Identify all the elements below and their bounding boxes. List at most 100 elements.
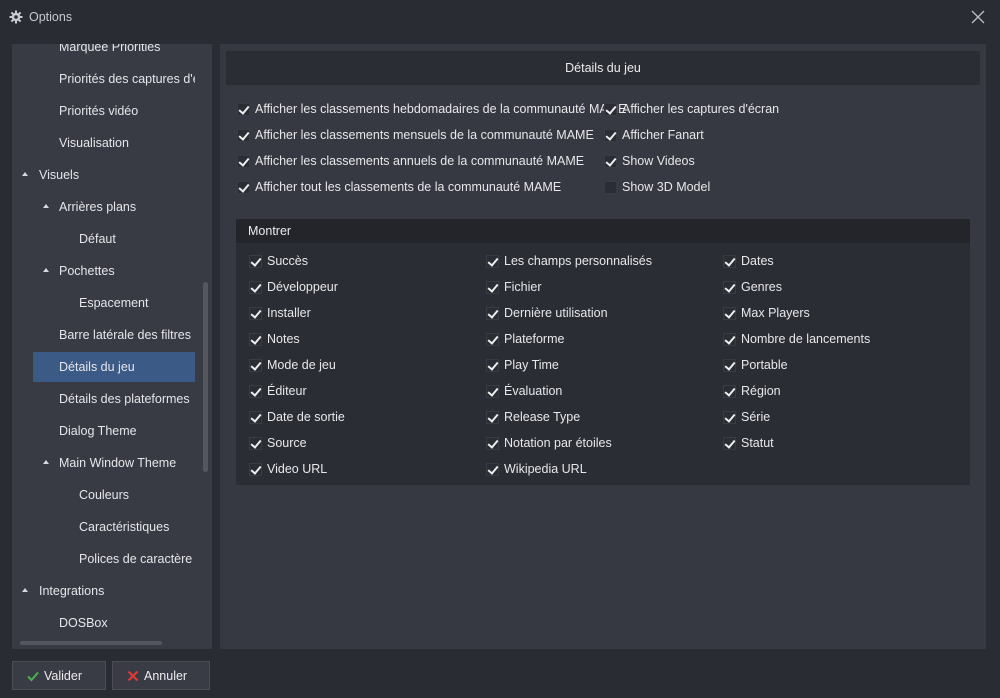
checkbox-nombre-de-lancements[interactable] [723, 333, 736, 346]
checkbox-label-developpeur[interactable]: Développeur [267, 280, 338, 294]
checkbox-label-afficher-les-classements-annuels-de-la-communaute-mame[interactable]: Afficher les classements annuels de la c… [255, 154, 584, 168]
checkbox-portable[interactable] [723, 359, 736, 372]
checkbox-show-videos[interactable] [604, 155, 617, 168]
checkbox-label-derniere-utilisation[interactable]: Dernière utilisation [504, 306, 608, 320]
close-icon[interactable] [970, 9, 986, 25]
sidebar-item-visualisation[interactable]: Visualisation [12, 128, 195, 158]
checkbox-date-de-sortie[interactable] [249, 411, 262, 424]
sidebar-item-marquee-priorities[interactable]: Marquee Priorities [12, 44, 195, 62]
checkbox-statut[interactable] [723, 437, 736, 450]
horizontal-scrollbar[interactable] [20, 641, 162, 645]
checkbox-fichier[interactable] [486, 281, 499, 294]
checkbox-label-serie[interactable]: Série [741, 410, 770, 424]
checkbox-label-succes[interactable]: Succès [267, 254, 308, 268]
checkbox-notation-par-etoiles[interactable] [486, 437, 499, 450]
sidebar-item-integrations[interactable]: Integrations [12, 576, 195, 606]
sidebar-item-pochettes[interactable]: Pochettes [12, 256, 195, 286]
checkbox-label-wikipedia-url[interactable]: Wikipedia URL [504, 462, 587, 476]
sidebar-item-espacement[interactable]: Espacement [12, 288, 195, 318]
expand-arrow-icon[interactable] [22, 172, 28, 176]
checkbox-label-release-type[interactable]: Release Type [504, 410, 580, 424]
sidebar-item-dialog-theme[interactable]: Dialog Theme [12, 416, 195, 446]
checkbox-editeur[interactable] [249, 385, 262, 398]
sidebar-item-main-window-theme[interactable]: Main Window Theme [12, 448, 195, 478]
checkbox-label-afficher-tout-les-classements-de-la-communaute-mame[interactable]: Afficher tout les classements de la comm… [255, 180, 561, 194]
checkbox-afficher-tout-les-classements-de-la-communaute-mame[interactable] [237, 181, 250, 194]
expand-arrow-icon[interactable] [22, 588, 28, 592]
checkbox-label-source[interactable]: Source [267, 436, 307, 450]
checkbox-release-type[interactable] [486, 411, 499, 424]
checkbox-label-play-time[interactable]: Play Time [504, 358, 559, 372]
sidebar-item-defaut[interactable]: Défaut [12, 224, 195, 254]
sidebar-item-priorites-video[interactable]: Priorités vidéo [12, 96, 195, 126]
checkbox-video-url[interactable] [249, 463, 262, 476]
ok-button[interactable]: Valider [12, 661, 106, 690]
sidebar-item-dosbox[interactable]: DOSBox [12, 608, 195, 638]
checkbox-afficher-les-classements-mensuels-de-la-communaute-mame[interactable] [237, 129, 250, 142]
checkbox-label-afficher-les-classements-hebdomadaires-de-la-communaute-mame[interactable]: Afficher les classements hebdomadaires d… [255, 102, 626, 116]
cancel-button[interactable]: Annuler [112, 661, 210, 690]
checkbox-source[interactable] [249, 437, 262, 450]
checkbox-max-players[interactable] [723, 307, 736, 320]
checkbox-show-3d-model[interactable] [604, 181, 617, 194]
checkbox-afficher-les-classements-hebdomadaires-de-la-communaute-mame[interactable] [237, 103, 250, 116]
sidebar-item-details-du-jeu[interactable]: Détails du jeu [33, 352, 195, 382]
checkbox-les-champs-personnalises[interactable] [486, 255, 499, 268]
checkbox-label-region[interactable]: Région [741, 384, 781, 398]
vertical-scrollbar[interactable] [203, 282, 208, 472]
checkbox-plateforme[interactable] [486, 333, 499, 346]
checkbox-label-notes[interactable]: Notes [267, 332, 300, 346]
checkbox-label-plateforme[interactable]: Plateforme [504, 332, 564, 346]
checkbox-label-installer[interactable]: Installer [267, 306, 311, 320]
window-title: Options [29, 10, 73, 24]
sidebar-item-polices-de-caractere[interactable]: Polices de caractère [12, 544, 195, 574]
checkbox-wikipedia-url[interactable] [486, 463, 499, 476]
checkbox-afficher-fanart[interactable] [604, 129, 617, 142]
checkbox-label-editeur[interactable]: Éditeur [267, 384, 307, 398]
checkbox-label-fichier[interactable]: Fichier [504, 280, 542, 294]
checkbox-region[interactable] [723, 385, 736, 398]
checkbox-label-show-3d-model[interactable]: Show 3D Model [622, 180, 710, 194]
checkbox-label-video-url[interactable]: Video URL [267, 462, 327, 476]
checkbox-mode-de-jeu[interactable] [249, 359, 262, 372]
checkbox-label-max-players[interactable]: Max Players [741, 306, 810, 320]
checkbox-label-nombre-de-lancements[interactable]: Nombre de lancements [741, 332, 870, 346]
options-tree[interactable]: Marquee Priorities Priorités des captures… [12, 44, 212, 649]
expand-arrow-icon[interactable] [43, 268, 49, 272]
checkbox-label-genres[interactable]: Genres [741, 280, 782, 294]
checkbox-label-afficher-les-captures-d-ecran[interactable]: Afficher les captures d'écran [622, 102, 779, 116]
sidebar-item-label: Integrations [39, 584, 105, 598]
expand-arrow-icon[interactable] [43, 460, 49, 464]
checkbox-evaluation[interactable] [486, 385, 499, 398]
checkbox-label-afficher-fanart[interactable]: Afficher Fanart [622, 128, 704, 142]
sidebar-item-arrieres-plans[interactable]: Arrières plans [12, 192, 195, 222]
checkbox-label-evaluation[interactable]: Évaluation [504, 384, 562, 398]
checkbox-installer[interactable] [249, 307, 262, 320]
expand-arrow-icon[interactable] [43, 204, 49, 208]
checkbox-label-dates[interactable]: Dates [741, 254, 774, 268]
checkbox-derniere-utilisation[interactable] [486, 307, 499, 320]
checkbox-afficher-les-classements-annuels-de-la-communaute-mame[interactable] [237, 155, 250, 168]
checkbox-label-show-videos[interactable]: Show Videos [622, 154, 695, 168]
checkbox-label-date-de-sortie[interactable]: Date de sortie [267, 410, 345, 424]
checkbox-developpeur[interactable] [249, 281, 262, 294]
checkbox-label-statut[interactable]: Statut [741, 436, 774, 450]
sidebar-item-barre-laterale-des-filtres[interactable]: Barre latérale des filtres [12, 320, 195, 350]
checkbox-label-portable[interactable]: Portable [741, 358, 788, 372]
checkbox-afficher-les-captures-d-ecran[interactable] [604, 103, 617, 116]
checkbox-genres[interactable] [723, 281, 736, 294]
checkbox-play-time[interactable] [486, 359, 499, 372]
checkbox-notes[interactable] [249, 333, 262, 346]
checkbox-label-afficher-les-classements-mensuels-de-la-communaute-mame[interactable]: Afficher les classements mensuels de la … [255, 128, 594, 142]
checkbox-label-les-champs-personnalises[interactable]: Les champs personnalisés [504, 254, 652, 268]
checkbox-label-notation-par-etoiles[interactable]: Notation par étoiles [504, 436, 612, 450]
checkbox-succes[interactable] [249, 255, 262, 268]
sidebar-item-priorites-des-captures-d-ecran[interactable]: Priorités des captures d'écran [12, 64, 195, 94]
checkbox-dates[interactable] [723, 255, 736, 268]
checkbox-label-mode-de-jeu[interactable]: Mode de jeu [267, 358, 336, 372]
sidebar-item-caracteristiques[interactable]: Caractéristiques [12, 512, 195, 542]
sidebar-item-details-des-plateformes[interactable]: Détails des plateformes [12, 384, 195, 414]
checkbox-serie[interactable] [723, 411, 736, 424]
sidebar-item-visuels[interactable]: Visuels [12, 160, 195, 190]
sidebar-item-couleurs[interactable]: Couleurs [12, 480, 195, 510]
